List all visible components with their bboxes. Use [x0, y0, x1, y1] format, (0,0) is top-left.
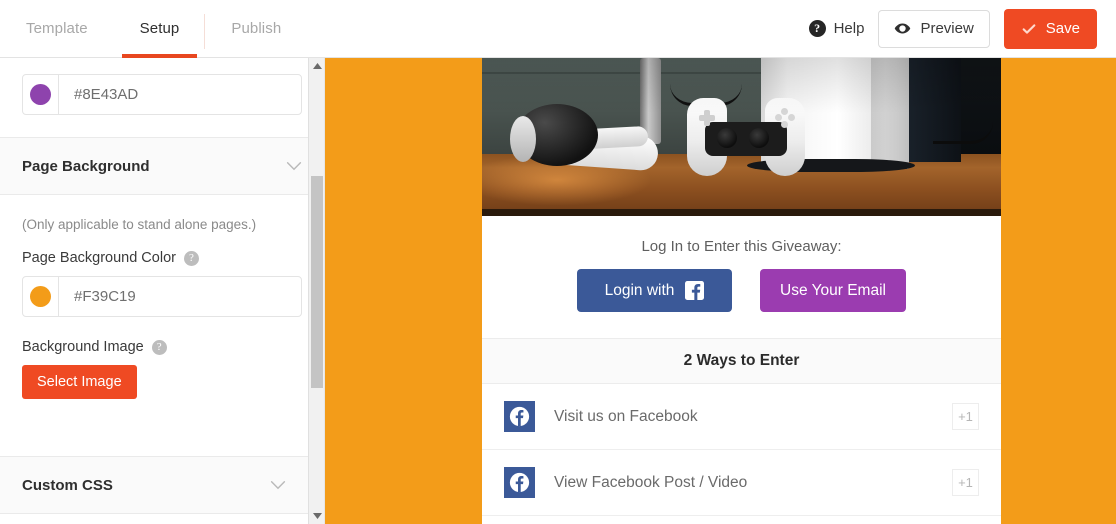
page-background-color-label-row: Page Background Color ?	[22, 250, 302, 266]
top-color-input[interactable]: #8E43AD	[22, 74, 302, 115]
tab-template[interactable]: Template	[0, 0, 114, 57]
facebook-icon	[509, 406, 530, 427]
section-header-page-background[interactable]: Page Background	[0, 137, 324, 195]
chevron-down-icon	[286, 162, 302, 171]
sidebar-scrollbar-thumb[interactable]	[311, 176, 323, 388]
chevron-down-icon	[270, 481, 286, 490]
sidebar-scrollbar[interactable]	[308, 58, 324, 524]
use-your-email-label: Use Your Email	[780, 281, 886, 299]
app-header: Template Setup Publish ? Help Preview Sa…	[0, 0, 1116, 58]
top-color-value: #8E43AD	[74, 86, 139, 103]
entry-method-row[interactable]: Visit us on Facebook +1	[482, 384, 1001, 450]
entry-points-badge: +1	[952, 403, 979, 430]
page-background-swatch-cell[interactable]	[23, 277, 59, 316]
login-buttons: Login with Use Your Email	[482, 269, 1001, 312]
use-your-email-button[interactable]: Use Your Email	[760, 269, 906, 312]
tab-setup[interactable]: Setup	[114, 0, 206, 58]
header-actions: ? Help Preview Save	[808, 0, 1116, 57]
settings-sidebar-content: #8E43AD Page Background (Only applicable…	[0, 58, 324, 524]
section-body-page-background: (Only applicable to stand alone pages.) …	[0, 195, 324, 399]
section-title-page-background: Page Background	[22, 157, 150, 175]
page-background-color-label: Page Background Color	[22, 250, 176, 266]
preview-button-label: Preview	[920, 20, 974, 37]
facebook-icon	[685, 281, 705, 300]
help-button[interactable]: ? Help	[808, 20, 865, 37]
ways-to-enter-title: 2 Ways to Enter	[683, 352, 800, 369]
help-tooltip-icon[interactable]: ?	[183, 250, 199, 266]
page-background-color-value: #F39C19	[74, 288, 136, 305]
entry-points-badge: +1	[952, 469, 979, 496]
help-button-label: Help	[833, 20, 865, 37]
scroll-down-arrow-icon[interactable]	[309, 508, 324, 524]
background-image-label-row: Background Image ?	[22, 339, 302, 355]
login-with-facebook-label: Login with	[604, 281, 675, 299]
section-title-custom-css: Custom CSS	[22, 476, 113, 494]
entry-method-row[interactable]: View Facebook Post / Video +1	[482, 450, 1001, 516]
save-button[interactable]: Save	[1003, 8, 1097, 49]
facebook-icon	[509, 472, 530, 493]
preview-button[interactable]: Preview	[878, 9, 990, 48]
login-with-facebook-button[interactable]: Login with	[577, 269, 732, 312]
select-image-button[interactable]: Select Image	[22, 365, 137, 399]
tab-setup-label: Setup	[139, 20, 180, 37]
hero-vignette	[482, 58, 1001, 216]
color-swatch-icon	[30, 286, 51, 307]
page-background-note: (Only applicable to stand alone pages.)	[22, 217, 257, 232]
tab-template-label: Template	[26, 20, 88, 37]
color-swatch-icon	[30, 84, 51, 105]
save-button-label: Save	[1045, 20, 1080, 37]
builder-tabs: Template Setup Publish	[0, 0, 307, 58]
giveaway-builder-app: Template Setup Publish ? Help Preview Sa…	[0, 0, 1116, 524]
entry-method-label: Visit us on Facebook	[554, 407, 698, 425]
tab-publish-label: Publish	[231, 20, 282, 37]
settings-sidebar: #8E43AD Page Background (Only applicable…	[0, 58, 325, 524]
facebook-icon-tile	[504, 401, 535, 432]
background-image-label: Background Image	[22, 339, 144, 355]
ways-to-enter-header: 2 Ways to Enter	[482, 338, 1001, 384]
top-color-swatch-cell[interactable]	[23, 75, 59, 114]
question-circle-icon: ?	[808, 20, 826, 37]
scroll-up-arrow-icon[interactable]	[309, 58, 324, 74]
entry-method-label: View Facebook Post / Video	[554, 473, 748, 491]
giveaway-preview: Log In to Enter this Giveaway: Login wit…	[325, 58, 1116, 524]
page-background-color-input[interactable]: #F39C19	[22, 276, 302, 317]
check-icon	[1022, 23, 1036, 34]
login-prompt: Log In to Enter this Giveaway:	[641, 238, 842, 255]
section-header-custom-css[interactable]: Custom CSS	[0, 456, 308, 514]
hero-image	[482, 58, 1001, 216]
giveaway-card: Log In to Enter this Giveaway: Login wit…	[482, 58, 1001, 524]
app-body: #8E43AD Page Background (Only applicable…	[0, 58, 1116, 524]
facebook-icon-tile	[504, 467, 535, 498]
tab-publish[interactable]: Publish	[205, 0, 307, 57]
top-color-field-block: #8E43AD	[0, 58, 324, 137]
eye-icon	[895, 23, 911, 34]
login-section: Log In to Enter this Giveaway: Login wit…	[482, 216, 1001, 338]
help-tooltip-icon[interactable]: ?	[151, 339, 167, 355]
